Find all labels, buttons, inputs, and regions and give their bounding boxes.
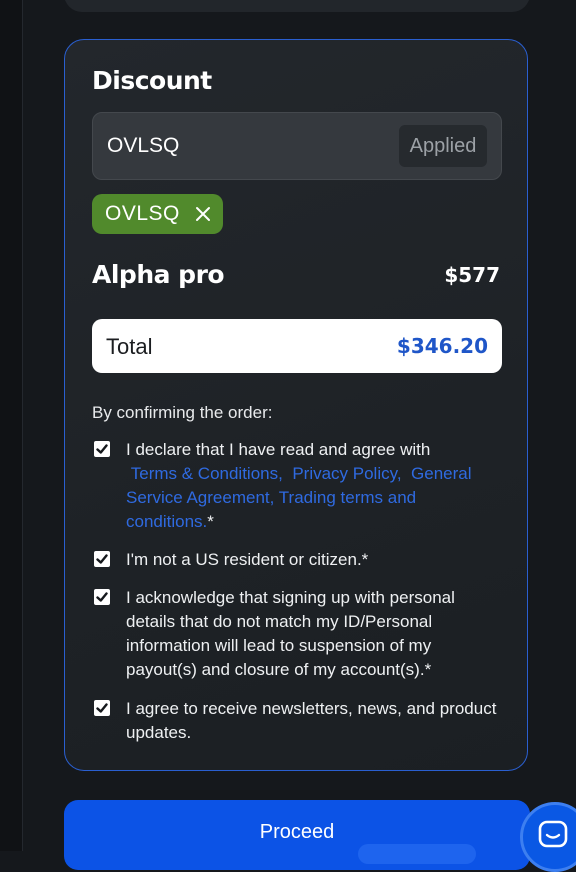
newsletter-checkbox[interactable]	[94, 700, 110, 716]
left-edge-panel	[0, 0, 23, 851]
newsletter-text: I agree to receive newsletters, news, an…	[126, 699, 497, 742]
terms-declaration: I declare that I have read and agree wit…	[126, 440, 431, 459]
us-resident-checkbox[interactable]	[94, 551, 110, 567]
plan-price: $577	[444, 263, 500, 287]
previous-section-card	[64, 0, 530, 12]
proceed-label: Proceed	[259, 821, 335, 843]
proceed-button-overlay	[358, 844, 476, 864]
discount-code-input[interactable]	[107, 131, 387, 161]
checkmark-icon	[96, 554, 108, 564]
applied-code-label: OVLSQ	[105, 202, 180, 225]
personal-details-checkbox[interactable]	[94, 589, 110, 605]
required-mark: *	[207, 512, 214, 531]
checkmark-icon	[96, 444, 108, 454]
total-label: Total	[106, 334, 153, 359]
terms-agreement-text: I declare that I have read and agree wit…	[126, 438, 504, 534]
applied-code-chip: OVLSQ	[92, 194, 223, 234]
checkmark-icon	[96, 703, 108, 713]
total-box: Total $346.20	[92, 319, 502, 373]
terms-checkbox[interactable]	[94, 441, 110, 457]
proceed-button[interactable]: Proceed	[64, 800, 530, 870]
privacy-policy-link[interactable]: Privacy Policy,	[292, 464, 401, 483]
plan-name: Alpha pro	[92, 260, 225, 289]
total-value: $346.20	[396, 334, 488, 358]
close-icon[interactable]	[195, 206, 211, 222]
personal-details-text: I acknowledge that signing up with perso…	[126, 588, 455, 679]
apply-code-button[interactable]: Applied	[399, 125, 487, 167]
discount-code-field: Applied	[92, 112, 502, 180]
discount-title: Discount	[92, 66, 212, 95]
checkout-summary-card: Discount Applied OVLSQ Alpha pro $577 To…	[64, 39, 528, 771]
chat-bubble-icon	[538, 820, 568, 848]
checkmark-icon	[96, 592, 108, 602]
confirm-intro: By confirming the order:	[92, 403, 273, 422]
us-resident-text: I'm not a US resident or citizen.*	[126, 550, 369, 569]
terms-conditions-link[interactable]: Terms & Conditions,	[131, 464, 283, 483]
